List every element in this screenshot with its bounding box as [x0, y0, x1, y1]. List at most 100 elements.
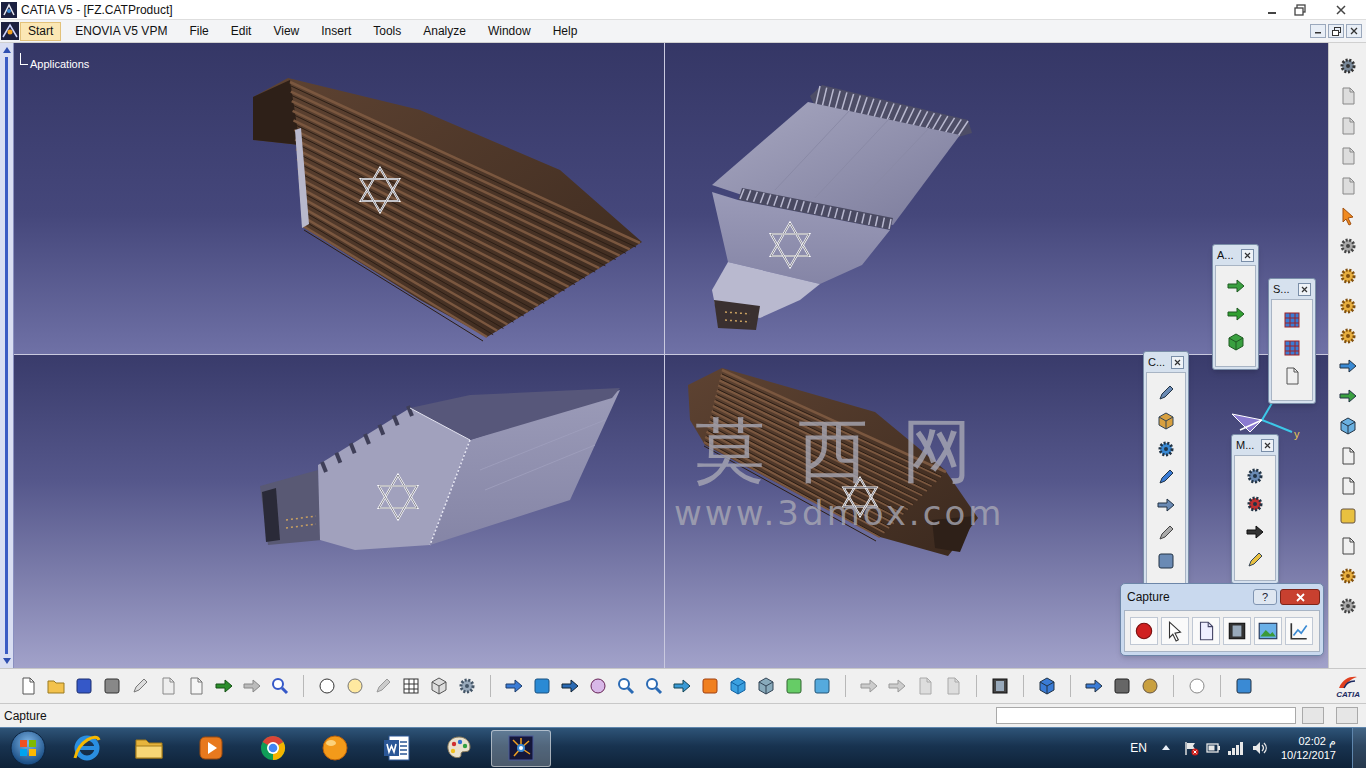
taskbar-app[interactable]: [243, 730, 303, 767]
status-button[interactable]: [1302, 707, 1324, 724]
toolbar-button[interactable]: [1161, 617, 1189, 645]
maximize-button[interactable]: [1288, 2, 1312, 18]
toolbar-button[interactable]: [1335, 353, 1361, 379]
floating-toolbar[interactable]: M...: [1231, 434, 1279, 584]
toolbar-button[interactable]: [1154, 381, 1178, 405]
floating-toolbar[interactable]: C...: [1143, 351, 1189, 601]
action-center-flag-icon[interactable]: [1183, 740, 1199, 756]
taskbar-app[interactable]: [119, 730, 179, 767]
toolbar-button[interactable]: [98, 672, 126, 700]
toolbar-button[interactable]: [1154, 521, 1178, 545]
toolbar-button[interactable]: [1154, 465, 1178, 489]
toolbar-button[interactable]: [1154, 493, 1178, 517]
toolbar-button[interactable]: [780, 672, 808, 700]
toolbar-button[interactable]: [584, 672, 612, 700]
menu-item[interactable]: View: [265, 22, 307, 41]
menu-item[interactable]: Window: [480, 22, 539, 41]
toolbar-button[interactable]: [612, 672, 640, 700]
toolbar-button[interactable]: [1243, 464, 1267, 488]
scroll-up-icon[interactable]: [2, 45, 12, 55]
toolbar-button[interactable]: [1335, 593, 1361, 619]
toolbar-button[interactable]: [1033, 672, 1061, 700]
taskbar-app[interactable]: [367, 730, 427, 767]
toolbar-button[interactable]: [1335, 503, 1361, 529]
toolbar-button[interactable]: [1136, 672, 1164, 700]
toolbar-button[interactable]: [1080, 672, 1108, 700]
toolbar-button[interactable]: [1335, 53, 1361, 79]
toolbar-button[interactable]: [1280, 308, 1304, 332]
toolbar-button[interactable]: [883, 672, 911, 700]
toolbar-button[interactable]: [1243, 520, 1267, 544]
menu-item[interactable]: File: [181, 22, 216, 41]
doc-close-button[interactable]: [1346, 24, 1362, 38]
toolbar-button[interactable]: [42, 672, 70, 700]
show-desktop-button[interactable]: [1352, 728, 1366, 768]
toolbar-button[interactable]: [1285, 617, 1313, 645]
scroll-down-icon[interactable]: [2, 656, 12, 666]
close-button[interactable]: [1280, 589, 1320, 605]
3d-viewport[interactable]: Applications 莫 西 网 www.3dmox.com y A...S…: [14, 43, 1328, 668]
toolbar-button[interactable]: [1243, 548, 1267, 572]
toolbar-button[interactable]: [1130, 617, 1158, 645]
toolbar-button[interactable]: [266, 672, 294, 700]
floating-toolbar[interactable]: A...: [1212, 244, 1259, 370]
capture-toolbar[interactable]: Capture ?: [1120, 583, 1324, 656]
toolbar-button[interactable]: [939, 672, 967, 700]
toolbar-button[interactable]: [14, 672, 42, 700]
menu-item[interactable]: Help: [545, 22, 586, 41]
toolbar-button[interactable]: [1224, 330, 1248, 354]
menu-item[interactable]: ENOVIA V5 VPM: [67, 22, 175, 41]
toolbar-button[interactable]: [1108, 672, 1136, 700]
toolbar-button[interactable]: [126, 672, 154, 700]
close-button[interactable]: [1261, 439, 1274, 452]
taskbar-app[interactable]: [57, 730, 117, 767]
toolbar-button[interactable]: [724, 672, 752, 700]
toolbar-button[interactable]: [1154, 409, 1178, 433]
toolbar-button[interactable]: [1230, 672, 1258, 700]
close-button[interactable]: [1241, 249, 1254, 262]
command-input[interactable]: [996, 707, 1296, 724]
toolbar-button[interactable]: [1192, 617, 1220, 645]
floating-toolbar[interactable]: S...: [1268, 278, 1316, 404]
power-icon[interactable]: [1205, 740, 1221, 756]
toolbar-button[interactable]: [1335, 173, 1361, 199]
toolbar-button[interactable]: [1254, 617, 1282, 645]
toolbar-button[interactable]: [1335, 293, 1361, 319]
toolbar-button[interactable]: [500, 672, 528, 700]
doc-minimize-button[interactable]: [1310, 24, 1326, 38]
toolbar-button[interactable]: [425, 672, 453, 700]
toolbar-button[interactable]: [1280, 336, 1304, 360]
toolbar-button[interactable]: [1224, 274, 1248, 298]
toolbar-button[interactable]: [1154, 437, 1178, 461]
start-button[interactable]: [0, 728, 56, 768]
toolbar-button[interactable]: [1223, 617, 1251, 645]
toolbar-button[interactable]: [1335, 143, 1361, 169]
minimize-button[interactable]: [1260, 2, 1284, 18]
help-button[interactable]: ?: [1253, 589, 1277, 605]
toolbar-button[interactable]: [808, 672, 836, 700]
toolbar-button[interactable]: [341, 672, 369, 700]
toolbar-button[interactable]: [70, 672, 98, 700]
toolbar-button[interactable]: [1335, 83, 1361, 109]
toolbar-button[interactable]: [1335, 563, 1361, 589]
toolbar-button[interactable]: [1335, 113, 1361, 139]
toolbar-button[interactable]: [238, 672, 266, 700]
taskbar-app[interactable]: [181, 730, 241, 767]
toolbar-button[interactable]: [752, 672, 780, 700]
close-button[interactable]: [1298, 283, 1311, 296]
toolbar-button[interactable]: [986, 672, 1014, 700]
toolbar-button[interactable]: [1335, 233, 1361, 259]
close-button[interactable]: [1326, 2, 1356, 18]
toolbar-button[interactable]: [313, 672, 341, 700]
toolbar-button[interactable]: [1280, 364, 1304, 388]
menu-item[interactable]: Analyze: [415, 22, 474, 41]
toolbar-button[interactable]: [1335, 203, 1361, 229]
toolbar-button[interactable]: [397, 672, 425, 700]
toolbar-button[interactable]: [369, 672, 397, 700]
language-indicator[interactable]: EN: [1130, 741, 1147, 755]
toolbar-button[interactable]: [855, 672, 883, 700]
tree-node[interactable]: Applications: [30, 57, 89, 71]
toolbar-button[interactable]: [1224, 302, 1248, 326]
toolbar-button[interactable]: [696, 672, 724, 700]
doc-restore-button[interactable]: [1328, 24, 1344, 38]
